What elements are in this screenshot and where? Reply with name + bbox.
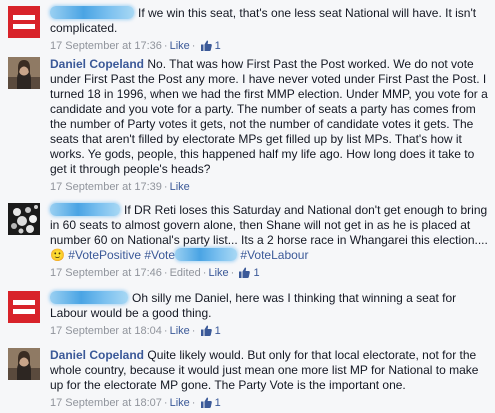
redacted-name [50,291,128,304]
like-link[interactable]: Like [170,397,190,409]
equals-logo-avatar[interactable] [8,6,40,38]
like-count[interactable]: 1 [253,267,259,279]
author-name[interactable]: Daniel Copeland [50,57,144,71]
equals-logo-avatar[interactable] [8,291,40,323]
comment-body: No. That was how First Past the Post wor… [50,57,488,176]
comment-thread: If we win this seat, that's one less sea… [0,0,495,413]
hashtag-link[interactable]: #Vote [144,248,175,262]
thumbs-up-icon[interactable] [239,267,251,282]
comment-text: Daniel Copeland No. That was how First P… [50,57,489,177]
hashtag-link[interactable]: #VotePositive [68,248,141,262]
photo-avatar[interactable] [8,57,40,89]
like-link[interactable]: Like [208,267,228,279]
comment-meta: 17 September at 17:46 · Edited · Like · 1 [50,266,489,282]
redacted-name [50,6,134,19]
comment-text: Oh silly me Daniel, here was I thinking … [50,291,489,321]
redacted-hashtag [175,248,238,261]
comment-text: If DR Reti loses this Saturday and Natio… [50,203,489,263]
edited-label[interactable]: Edited [170,267,201,279]
timestamp[interactable]: 17 September at 17:39 [50,181,162,193]
like-link[interactable]: Like [170,325,190,337]
pattern-avatar[interactable] [8,203,40,235]
thumbs-up-icon[interactable] [200,325,212,340]
like-count[interactable]: 1 [215,325,221,337]
comment-meta: 17 September at 17:36 · Like · 1 [50,39,489,55]
comment-text: If we win this seat, that's one less sea… [50,6,489,36]
comment-meta: 17 September at 18:04 · Like · 1 [50,324,489,340]
timestamp[interactable]: 17 September at 17:46 [50,267,162,279]
hashtag-link[interactable]: #VoteLabour [240,248,308,262]
like-count[interactable]: 1 [215,40,221,52]
timestamp[interactable]: 17 September at 17:36 [50,40,162,52]
comment-meta: 17 September at 18:07 · Like · 1 [50,396,489,412]
comment-text: Daniel Copeland Quite likely would. But … [50,348,489,393]
author-name[interactable]: Daniel Copeland [50,348,144,362]
like-link[interactable]: Like [170,181,190,193]
photo-avatar[interactable] [8,348,40,380]
timestamp[interactable]: 17 September at 18:04 [50,325,162,337]
smile-emoji-icon: 🙂 [50,248,65,262]
timestamp[interactable]: 17 September at 18:07 [50,397,162,409]
like-link[interactable]: Like [170,40,190,52]
thumbs-up-icon[interactable] [200,40,212,55]
comment-meta: 17 September at 17:39 · Like [50,181,190,193]
thumbs-up-icon[interactable] [200,397,212,412]
like-count[interactable]: 1 [215,397,221,409]
redacted-name [50,203,120,216]
